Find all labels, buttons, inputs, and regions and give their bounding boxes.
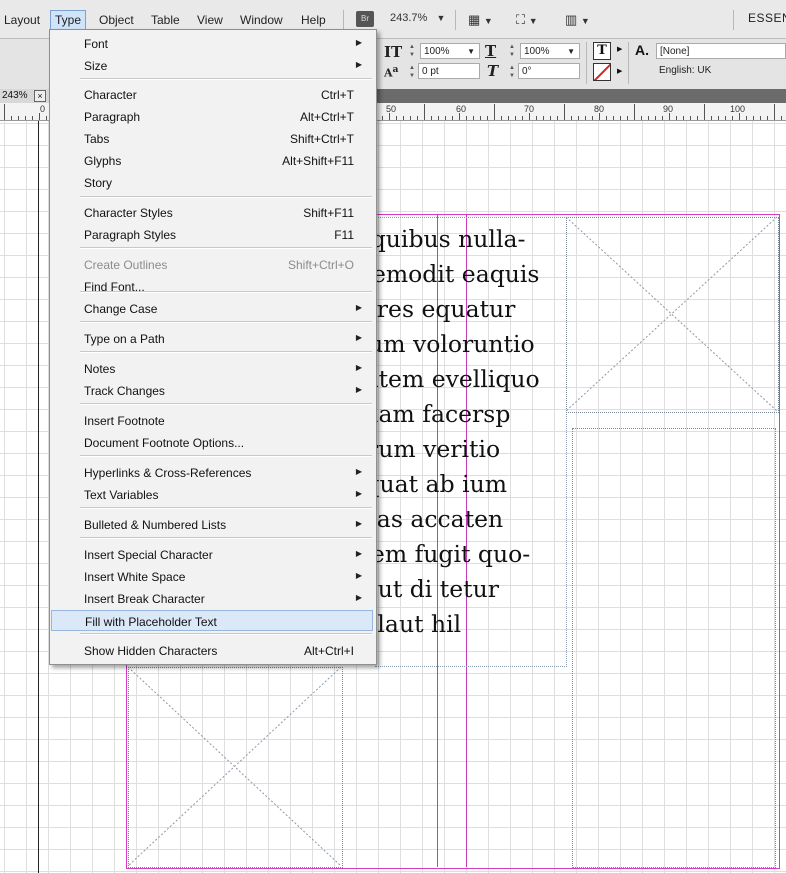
menu-item-shortcut: Shift+Ctrl+T [289, 132, 354, 146]
submenu-arrow-icon: ▶ [355, 519, 362, 528]
menu-separator [80, 78, 372, 80]
menu-separator [80, 351, 372, 353]
text-line: r rem fugit quo- [341, 540, 531, 568]
menu-item-insert-break-character[interactable]: Insert Break Character ▶ [51, 588, 373, 609]
menu-item-label: Notes [84, 362, 116, 376]
menu-item-shortcut: Alt+Shift+F11 [282, 154, 354, 168]
submenu-arrow-icon: ▶ [355, 593, 362, 602]
menu-item-label: Insert Special Character [84, 548, 213, 562]
menu-item-label: Change Case [84, 302, 158, 316]
menu-item-font[interactable]: Font ▶ [51, 33, 373, 54]
submenu-arrow-icon: ▶ [355, 549, 362, 558]
menu-item-find-font[interactable]: Find Font... [51, 276, 373, 297]
menu-item-label: Document Footnote Options... [84, 436, 245, 450]
menu-item-shortcut: Ctrl+T [321, 88, 354, 102]
menu-separator [80, 247, 372, 249]
menu-separator [80, 321, 372, 323]
menu-separator [80, 455, 372, 457]
menu-item-character-styles[interactable]: Character Styles Shift+F11 [51, 202, 373, 223]
menu-item-insert-footnote[interactable]: Insert Footnote [51, 410, 373, 431]
menu-separator [80, 196, 372, 198]
menu-item-paragraph-styles[interactable]: Paragraph Styles F11 [51, 224, 373, 245]
menu-item-hyperlinks-cross-references[interactable]: Hyperlinks & Cross-References ▶ [51, 462, 373, 483]
menu-item-document-footnote-options[interactable]: Document Footnote Options... [51, 432, 373, 453]
text-line: otatem evelliquo [341, 365, 540, 393]
menu-item-glyphs[interactable]: Glyphs Alt+Shift+F11 [51, 150, 373, 171]
menu-item-show-hidden-characters[interactable]: Show Hidden Characters Alt+Ctrl+I [51, 640, 373, 661]
menu-item-tabs[interactable]: Tabs Shift+Ctrl+T [51, 128, 373, 149]
submenu-arrow-icon: ▶ [355, 303, 362, 312]
submenu-arrow-icon: ▶ [355, 571, 362, 580]
menu-item-label: Tabs [84, 132, 110, 146]
menu-item-character[interactable]: Character Ctrl+T [51, 84, 373, 105]
submenu-arrow-icon: ▶ [355, 467, 362, 476]
menu-item-notes[interactable]: Notes ▶ [51, 358, 373, 379]
menu-item-label: Insert Footnote [84, 414, 165, 428]
text-line: olores equatur [341, 295, 516, 323]
menu-item-bulleted-numbered-lists[interactable]: Bulleted & Numbered Lists ▶ [51, 514, 373, 535]
menu-item-label: Insert Break Character [84, 592, 205, 606]
submenu-arrow-icon: ▶ [355, 333, 362, 342]
menu-item-fill-with-placeholder-text[interactable]: Fill with Placeholder Text [51, 610, 373, 631]
menu-separator [80, 403, 372, 405]
menu-item-shortcut: F11 [334, 228, 354, 242]
menu-item-label: Size [84, 59, 108, 73]
submenu-arrow-icon: ▶ [355, 363, 362, 372]
text-line: latemodit eaquis [341, 260, 540, 288]
text-line: atquat ab ium [341, 470, 508, 498]
text-line: ecum voloruntio [341, 330, 535, 358]
menu-item-label: Paragraph Styles [84, 228, 177, 242]
menu-item-shortcut: Alt+Ctrl+T [299, 110, 354, 124]
submenu-arrow-icon: ▶ [355, 385, 362, 394]
text-line: e plaut hil [341, 610, 462, 638]
menu-item-label: Insert White Space [84, 570, 186, 584]
menu-item-type-on-a-path[interactable]: Type on a Path ▶ [51, 328, 373, 349]
text-line: dolut di tetur [341, 575, 499, 603]
menu-item-change-case[interactable]: Change Case ▶ [51, 298, 373, 319]
menu-item-label: Character Styles [84, 206, 173, 220]
menu-item-label: Track Changes [84, 384, 165, 398]
submenu-arrow-icon: ▶ [355, 38, 362, 47]
menu-item-label: Fill with Placeholder Text [85, 615, 217, 629]
menu-item-create-outlines: Create Outlines Shift+Ctrl+O [51, 254, 373, 275]
menu-item-label: Show Hidden Characters [84, 644, 218, 658]
menu-item-label: Type on a Path [84, 332, 165, 346]
menu-item-label: Bulleted & Numbered Lists [84, 518, 227, 532]
menu-item-label: Paragraph [84, 110, 141, 124]
text-line: , illam facersp [341, 400, 511, 428]
text-line: m quibus nulla- [341, 225, 526, 253]
menu-item-shortcut: Shift+F11 [303, 206, 354, 220]
text-line: ucias accaten [341, 505, 504, 533]
menu-item-label: Glyphs [84, 154, 122, 168]
body-text[interactable]: m quibus nulla-latemodit eaquis olores eq… [341, 222, 581, 642]
menu-item-label: Text Variables [84, 488, 159, 502]
menu-item-insert-special-character[interactable]: Insert Special Character ▶ [51, 544, 373, 565]
menu-separator [80, 507, 372, 509]
submenu-arrow-icon: ▶ [355, 489, 362, 498]
menu-item-label: Character [84, 88, 137, 102]
menu-item-size[interactable]: Size ▶ [51, 55, 373, 76]
menu-item-text-variables[interactable]: Text Variables ▶ [51, 484, 373, 505]
menu-item-shortcut: Alt+Ctrl+I [303, 644, 354, 658]
menu-item-track-changes[interactable]: Track Changes ▶ [51, 380, 373, 401]
menu-item-shortcut: Shift+Ctrl+O [287, 258, 354, 272]
type-menu: Font ▶ Size ▶ Character Ctrl+T Paragraph Alt+Ct… [49, 29, 377, 665]
menu-item-story[interactable]: Story [51, 172, 373, 193]
menu-item-insert-white-space[interactable]: Insert White Space ▶ [51, 566, 373, 587]
text-line: serum veritio [341, 435, 501, 463]
menu-separator [80, 633, 372, 635]
menu-item-label: Find Font... [84, 280, 145, 294]
menu-item-paragraph[interactable]: Paragraph Alt+Ctrl+T [51, 106, 373, 127]
menu-item-label: Hyperlinks & Cross-References [84, 466, 252, 480]
menu-separator [80, 537, 372, 539]
menu-item-label: Create Outlines [84, 258, 168, 272]
submenu-arrow-icon: ▶ [355, 60, 362, 69]
menu-item-label: Story [84, 176, 113, 190]
menu-item-label: Font [84, 37, 109, 51]
